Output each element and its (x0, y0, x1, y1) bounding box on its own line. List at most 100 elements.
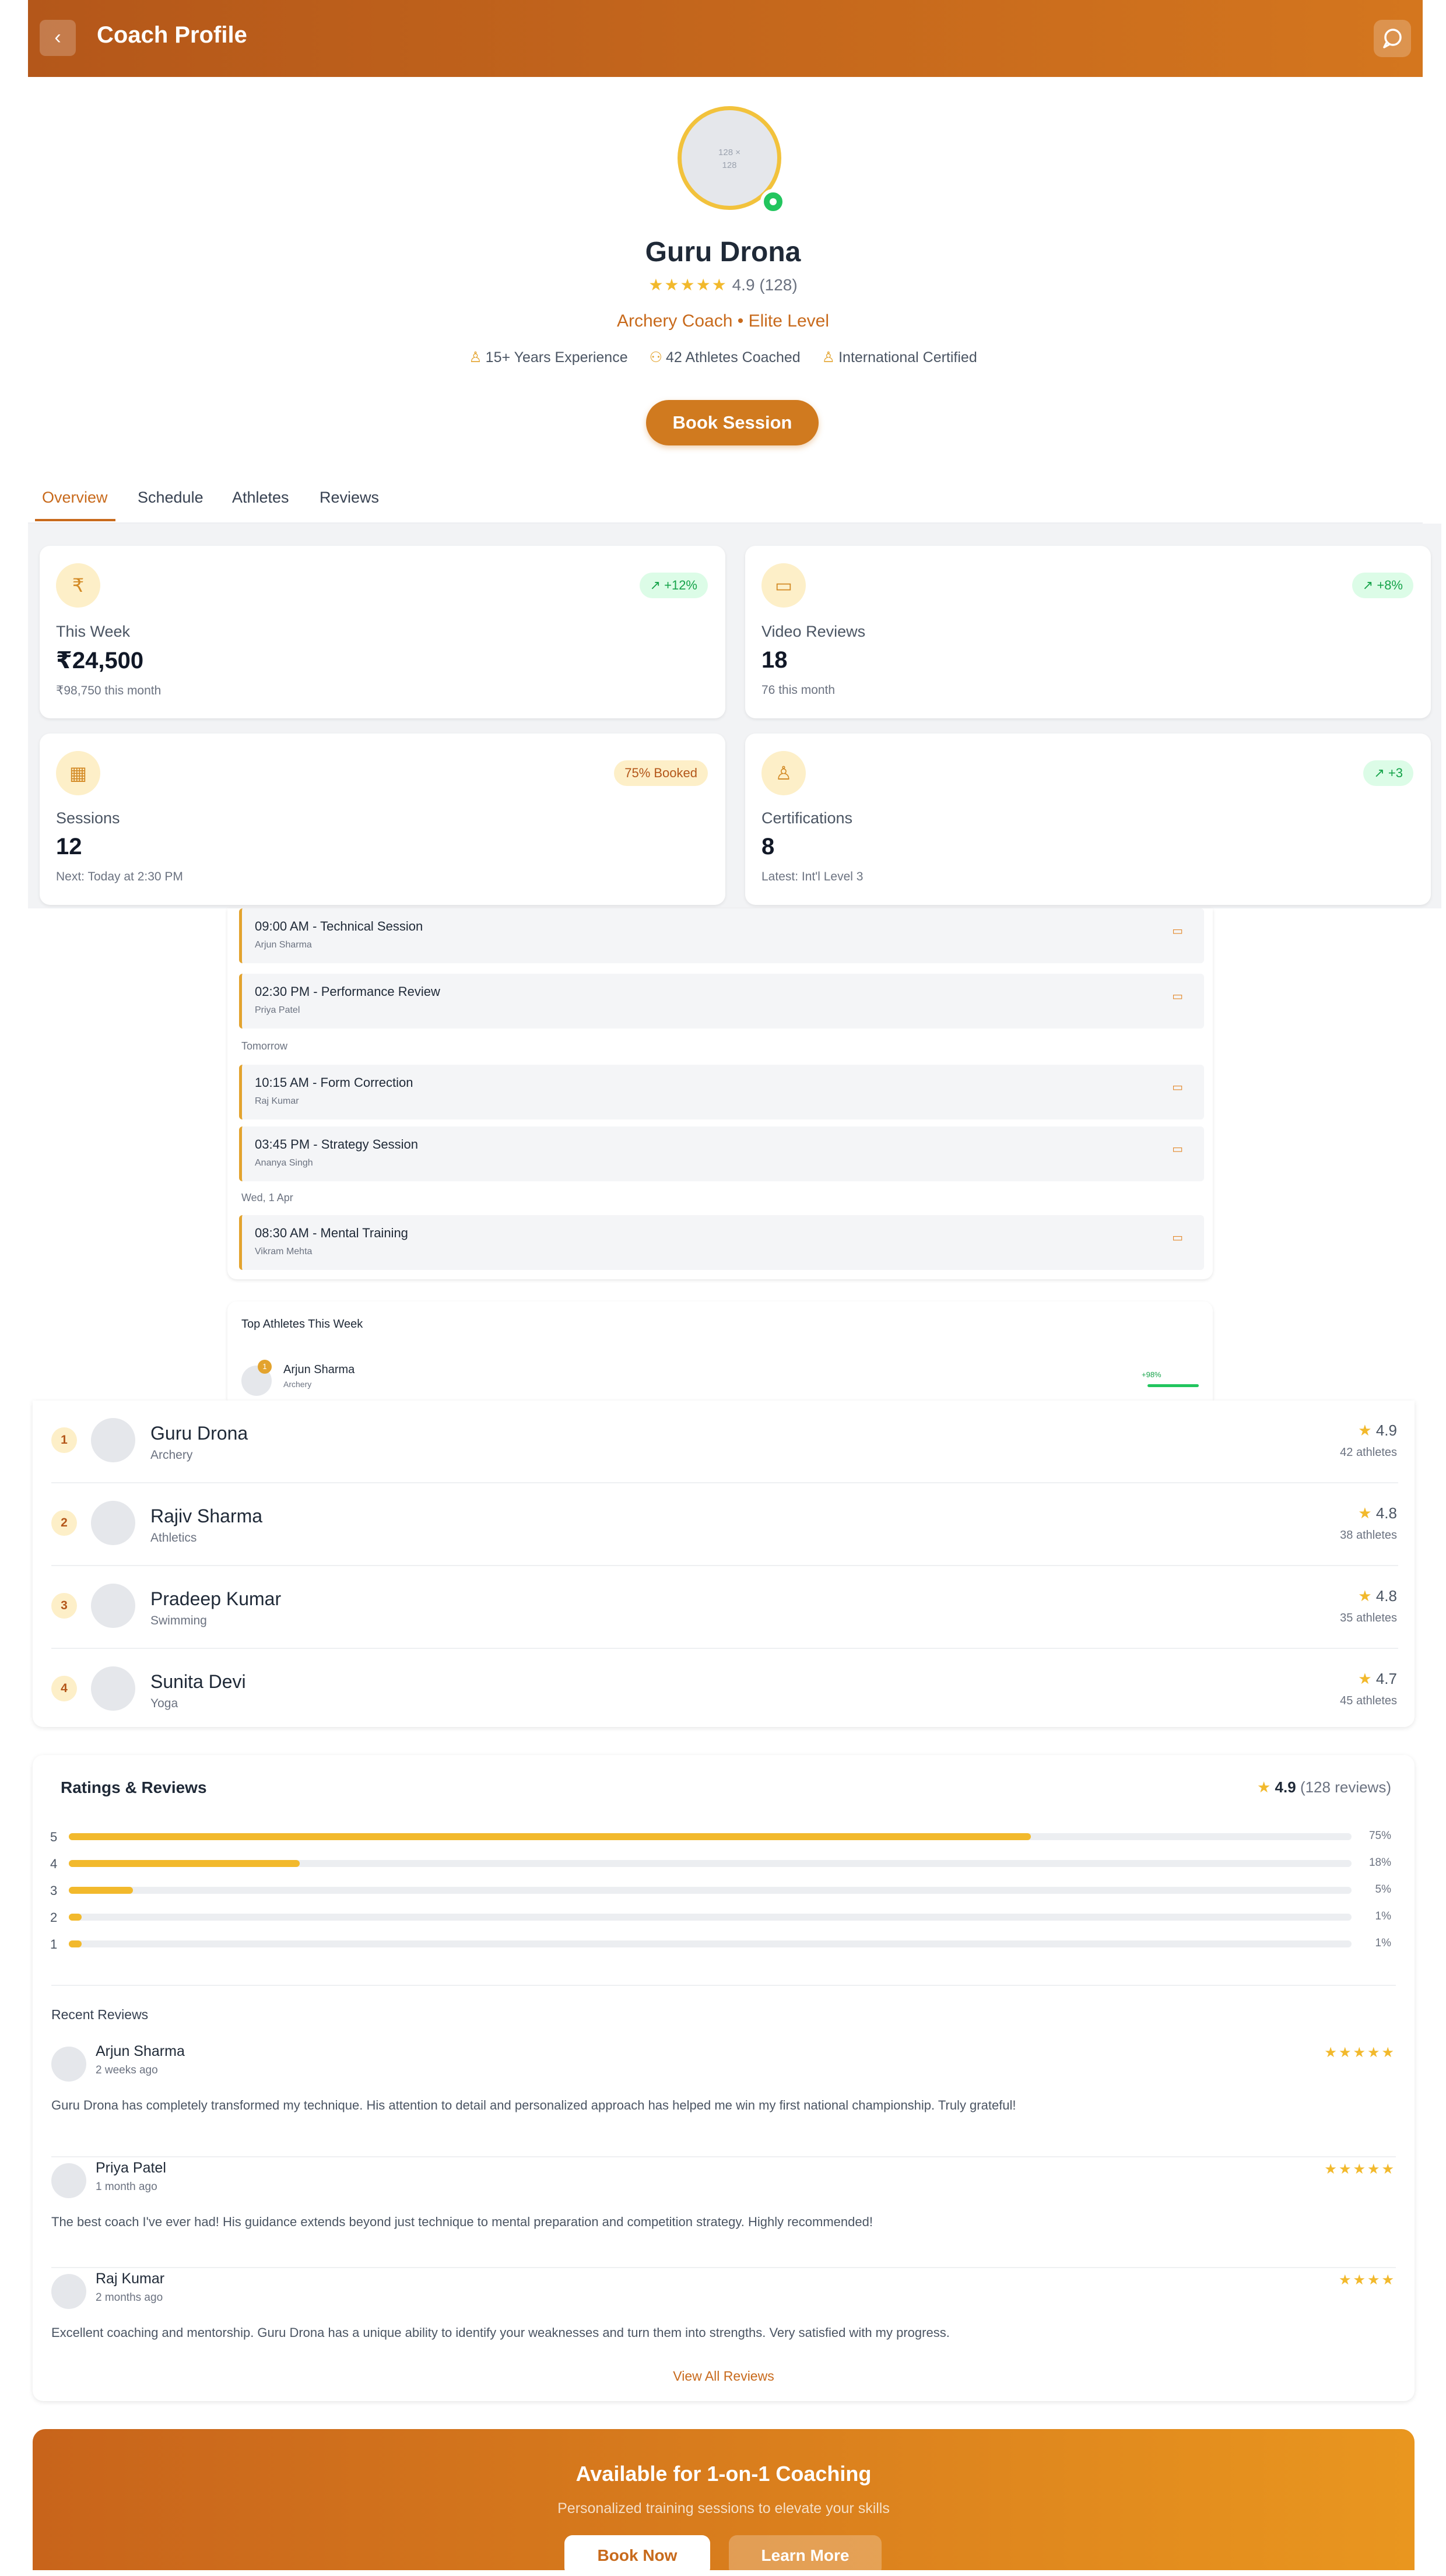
review-item: Priya Patel 1 month ago ★★★★★ The best c… (51, 2150, 1396, 2249)
book-session-button[interactable]: Book Session (646, 400, 819, 445)
session-athlete: Priya Patel (255, 1005, 300, 1015)
schedule-item[interactable]: 08:30 AM - Mental Training Vikram Mehta … (239, 1215, 1204, 1270)
schedule-item[interactable]: 09:00 AM - Technical Session Arjun Sharm… (239, 908, 1204, 963)
rupee-icon: ₹ (56, 563, 100, 608)
review-text: Guru Drona has completely transformed my… (51, 2098, 1016, 2112)
bar-percent: 75% (1368, 1830, 1391, 1842)
day-label: Tomorrow (241, 1040, 288, 1052)
bar-label: 5 (50, 1830, 58, 1844)
coach-meta: ♙ 15+ Years Experience ⚇ 42 Athletes Coach… (0, 349, 1446, 366)
schedule-item[interactable]: 10:15 AM - Form Correction Raj Kumar ▭ (239, 1065, 1204, 1119)
progress-bar (1147, 1384, 1199, 1387)
avatar (91, 1666, 135, 1711)
video-icon[interactable]: ▭ (1172, 1080, 1183, 1094)
schedule-item[interactable]: 02:30 PM - Performance Review Priya Pate… (239, 974, 1204, 1029)
coach-name: Pradeep Kumar (150, 1588, 282, 1609)
stat-value: ₹24,500 (56, 648, 144, 673)
trend-badge: ↗ +3 (1363, 760, 1413, 786)
rating-bar-track (69, 1833, 1352, 1840)
stat-label: This Week (56, 623, 131, 640)
session-athlete: Raj Kumar (255, 1096, 299, 1106)
users-icon: ⚇ (649, 349, 662, 366)
athlete-change: +98% (1142, 1370, 1161, 1379)
review-time: 1 month ago (96, 2181, 157, 2193)
review-stars-icon: ★★★★★ (1324, 2045, 1396, 2061)
meta-athletes: 42 Athletes Coached (665, 349, 801, 366)
review-stars-icon: ★★★★★ (1324, 2161, 1396, 2177)
leaderboard-row[interactable]: 3 Pradeep Kumar Swimming ★ 4.8 35 athlet… (33, 1566, 1415, 1648)
meta-experience: 15+ Years Experience (485, 349, 628, 366)
calendar-icon: ▦ (56, 751, 100, 795)
day-label: Wed, 1 Apr (241, 1192, 293, 1203)
star-icon: ★ (1257, 1778, 1271, 1796)
coach-rating: ★ 4.8 (1358, 1587, 1397, 1605)
video-icon[interactable]: ▭ (1172, 1142, 1183, 1156)
bar-label: 4 (50, 1856, 58, 1871)
review-text: Excellent coaching and mentorship. Guru … (51, 2325, 950, 2340)
stat-sub: ₹98,750 this month (56, 684, 162, 697)
coaching-cta-banner: Available for 1-on-1 Coaching Personaliz… (33, 2429, 1415, 2576)
rank-badge: 1 (258, 1360, 272, 1374)
stat-card-video-reviews[interactable]: ▭ ↗ +8% Video Reviews 18 76 this month (745, 546, 1431, 718)
coach-name: Guru Drona (645, 237, 801, 268)
athlete-count: 45 athletes (1340, 1694, 1397, 1707)
trend-badge: ↗ +12% (639, 573, 708, 598)
chevron-left-icon: ‹ (54, 26, 61, 48)
video-icon[interactable]: ▭ (1172, 1230, 1183, 1245)
coach-sport: Athletics (150, 1531, 197, 1545)
booked-badge: 75% Booked (614, 760, 708, 786)
rating-stars-icon: ★★★★★ (648, 276, 728, 294)
rating-bar-fill (69, 1887, 133, 1894)
award-icon: ♙ (761, 751, 806, 795)
meta-certified: International Certified (838, 349, 977, 366)
session-title: 02:30 PM - Performance Review (255, 984, 440, 999)
rating-bar-fill (69, 1860, 300, 1867)
coach-rating: ★ 4.8 (1358, 1504, 1397, 1522)
stat-card-earnings[interactable]: ₹ ↗ +12% This Week ₹24,500 ₹98,750 this … (40, 546, 725, 718)
rating-bar-track (69, 1887, 1352, 1894)
athlete-count: 42 athletes (1340, 1446, 1397, 1459)
review-stars-icon: ★★★★ (1338, 2272, 1396, 2288)
bar-percent: 1% (1375, 1937, 1391, 1949)
view-all-reviews-link[interactable]: View All Reviews (33, 2368, 1415, 2384)
video-icon[interactable]: ▭ (1172, 924, 1183, 938)
review-item: Arjun Sharma 2 weeks ago ★★★★★ Guru Dron… (51, 2040, 1396, 2139)
stat-label: Sessions (56, 809, 120, 827)
chat-button[interactable] (1374, 20, 1411, 57)
rating-bar-fill (69, 1914, 82, 1921)
tab-athletes[interactable]: Athletes (232, 489, 289, 507)
stat-value: 8 (761, 834, 775, 859)
trend-badge: ↗ +8% (1352, 573, 1413, 598)
schedule-item[interactable]: 03:45 PM - Strategy Session Ananya Singh… (239, 1126, 1204, 1181)
avatar (51, 2163, 86, 2198)
ratings-reviews-section: Ratings & Reviews ★ 4.9 (128 reviews) 5 7… (33, 1755, 1415, 2401)
video-icon[interactable]: ▭ (1172, 989, 1183, 1003)
session-title: 09:00 AM - Technical Session (255, 919, 423, 933)
page-title: Coach Profile (97, 22, 247, 48)
cta-title: Available for 1-on-1 Coaching (575, 2462, 872, 2486)
schedule-panel: 09:00 AM - Technical Session Arjun Sharm… (227, 908, 1213, 1279)
stat-card-sessions[interactable]: ▦ 75% Booked Sessions 12 Next: Today at … (40, 734, 725, 905)
coach-sport: Archery (150, 1448, 193, 1462)
video-icon: ▭ (761, 563, 806, 608)
reviewer-name: Raj Kumar (96, 2270, 165, 2287)
tab-overview[interactable]: Overview (42, 489, 108, 507)
tab-reviews[interactable]: Reviews (320, 489, 379, 507)
stat-label: Video Reviews (761, 623, 866, 640)
leaderboard-row[interactable]: 4 Sunita Devi Yoga ★ 4.7 45 athletes (33, 1649, 1415, 1727)
stat-label: Certifications (761, 809, 853, 827)
rank-badge: 2 (51, 1510, 77, 1536)
tab-schedule[interactable]: Schedule (138, 489, 203, 507)
session-title: 10:15 AM - Form Correction (255, 1075, 413, 1090)
athlete-count: 38 athletes (1340, 1529, 1397, 1542)
leaderboard-row[interactable]: 1 Guru Drona Archery ★ 4.9 42 athletes (33, 1401, 1415, 1482)
coach-role: Archery Coach • Elite Level (617, 311, 829, 331)
leaderboard-row[interactable]: 2 Rajiv Sharma Athletics ★ 4.8 38 athlet… (33, 1483, 1415, 1565)
stat-card-certifications[interactable]: ♙ ↗ +3 Certifications 8 Latest: Int'l Le… (745, 734, 1431, 905)
avatar (91, 1501, 135, 1545)
rank-badge: 3 (51, 1593, 77, 1619)
rating-bar-fill (69, 1940, 82, 1947)
athlete-name: Arjun Sharma (283, 1363, 355, 1376)
back-button[interactable]: ‹ (40, 20, 76, 56)
section-title: Ratings & Reviews (61, 1778, 207, 1796)
